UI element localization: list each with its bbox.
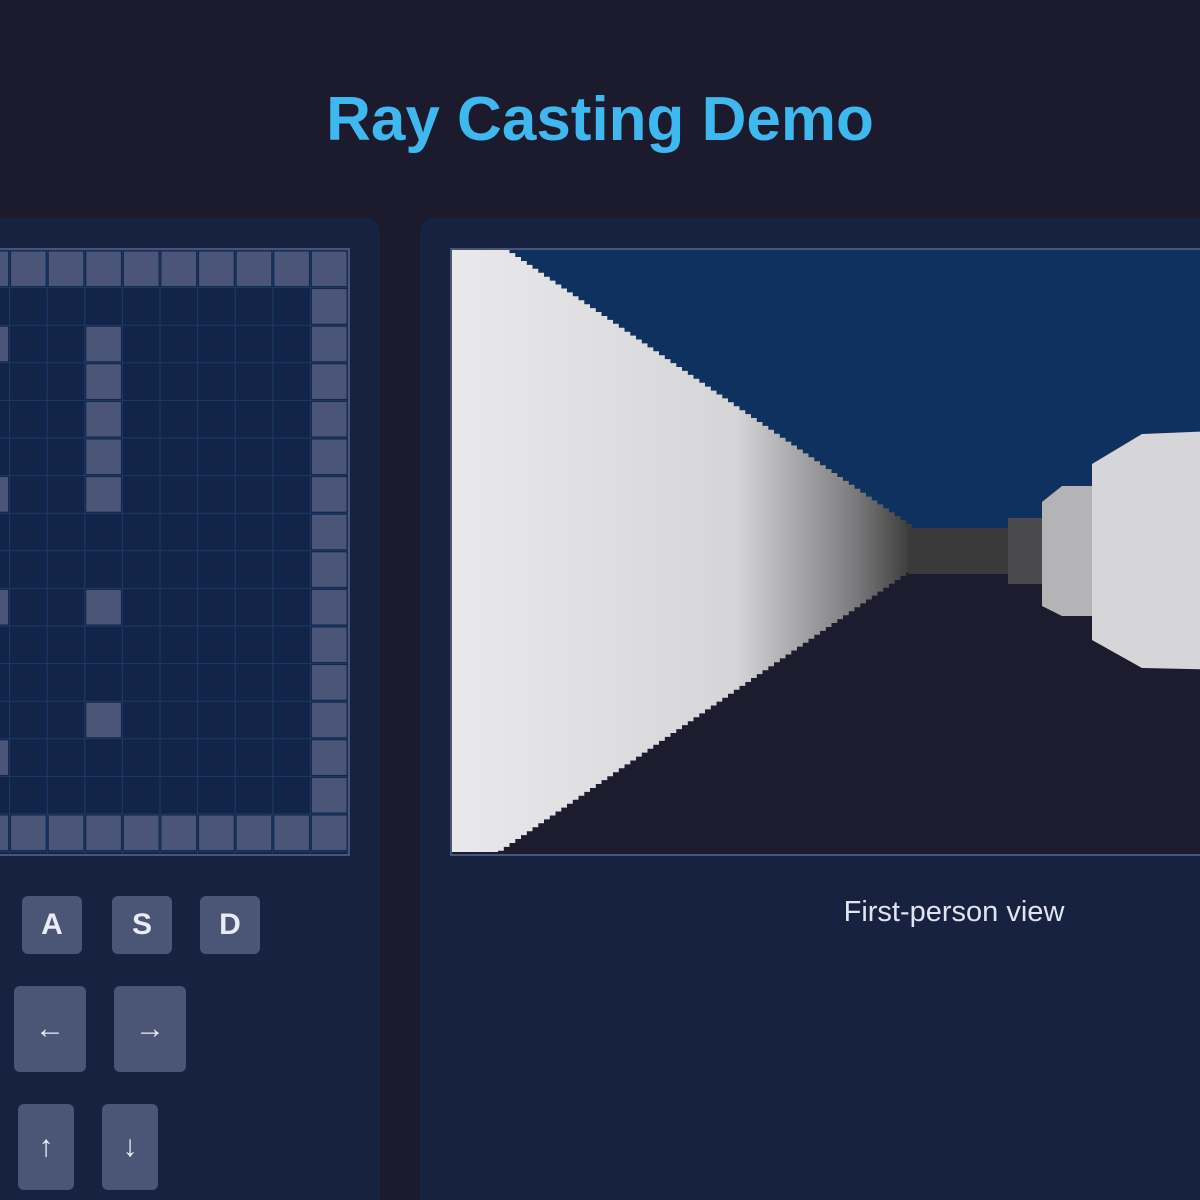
page-title: Ray Casting Demo [326,85,874,154]
map-wall-tile [311,477,347,512]
page: Ray Casting Demo A S D ← → ↑ ↓ First-per… [0,0,1200,1200]
map-grid [0,250,348,854]
map-wall-tile [311,740,347,775]
map-wall-tile [311,514,347,550]
map-wall-tile [161,815,197,851]
map-wall-tile [86,326,121,362]
map-wall-tile [0,589,9,625]
map-wall-tile [311,777,347,813]
right-wall-segment [1042,486,1092,616]
map-wall-tile [161,251,197,287]
first-person-view [450,248,1200,856]
map-wall-tile [86,439,121,475]
map-wall-tile [48,251,84,287]
key-d[interactable]: D [200,896,260,954]
map-wall-tile [311,627,347,663]
map-wall-tile [274,251,309,287]
map-wall-tile [311,326,347,362]
turn-right-button[interactable]: → [114,986,186,1072]
map-wall-tile [199,251,234,287]
map-wall-tile [86,401,121,437]
map-wall-tile [86,364,121,399]
move-down-button[interactable]: ↓ [102,1104,158,1190]
map-wall-tile [123,815,159,851]
map-wall-tile [311,552,347,587]
map-wall-tile [311,665,347,700]
key-a[interactable]: A [22,896,82,954]
far-wall [908,528,1008,574]
map-wall-tile [0,815,9,851]
right-wall-segment [1008,518,1042,584]
map-wall-tile [0,477,9,512]
map-wall-tile [86,251,121,287]
map-wall-tile [311,401,347,437]
map-wall-tile [311,589,347,625]
map-wall-tile [86,702,121,738]
map-wall-tile [0,251,9,287]
map-wall-tile [86,589,121,625]
map-wall-tile [311,364,347,399]
map-wall-tile [311,251,347,287]
map-wall-tile [236,251,272,287]
move-up-button[interactable]: ↑ [18,1104,74,1190]
map-wall-tile [311,702,347,738]
map-wall-tile [311,439,347,475]
top-down-map[interactable] [0,248,350,856]
right-wall-segment [1092,431,1200,670]
map-wall-tile [311,815,347,851]
map-wall-tile [199,815,234,851]
map-background [0,250,348,854]
map-wall-tile [48,815,84,851]
map-wall-tile [236,815,272,851]
map-wall-tile [11,815,46,851]
view-caption: First-person view [843,896,1065,928]
key-s[interactable]: S [112,896,172,954]
map-wall-tile [11,251,46,287]
map-wall-tile [274,815,309,851]
turn-left-button[interactable]: ← [14,986,86,1072]
map-wall-tile [86,477,121,512]
map-wall-tile [0,326,9,362]
map-wall-tile [311,289,347,324]
map-wall-tile [0,740,9,775]
map-wall-tile [86,815,121,851]
map-wall-tile [123,251,159,287]
raycast-render [452,250,1200,854]
